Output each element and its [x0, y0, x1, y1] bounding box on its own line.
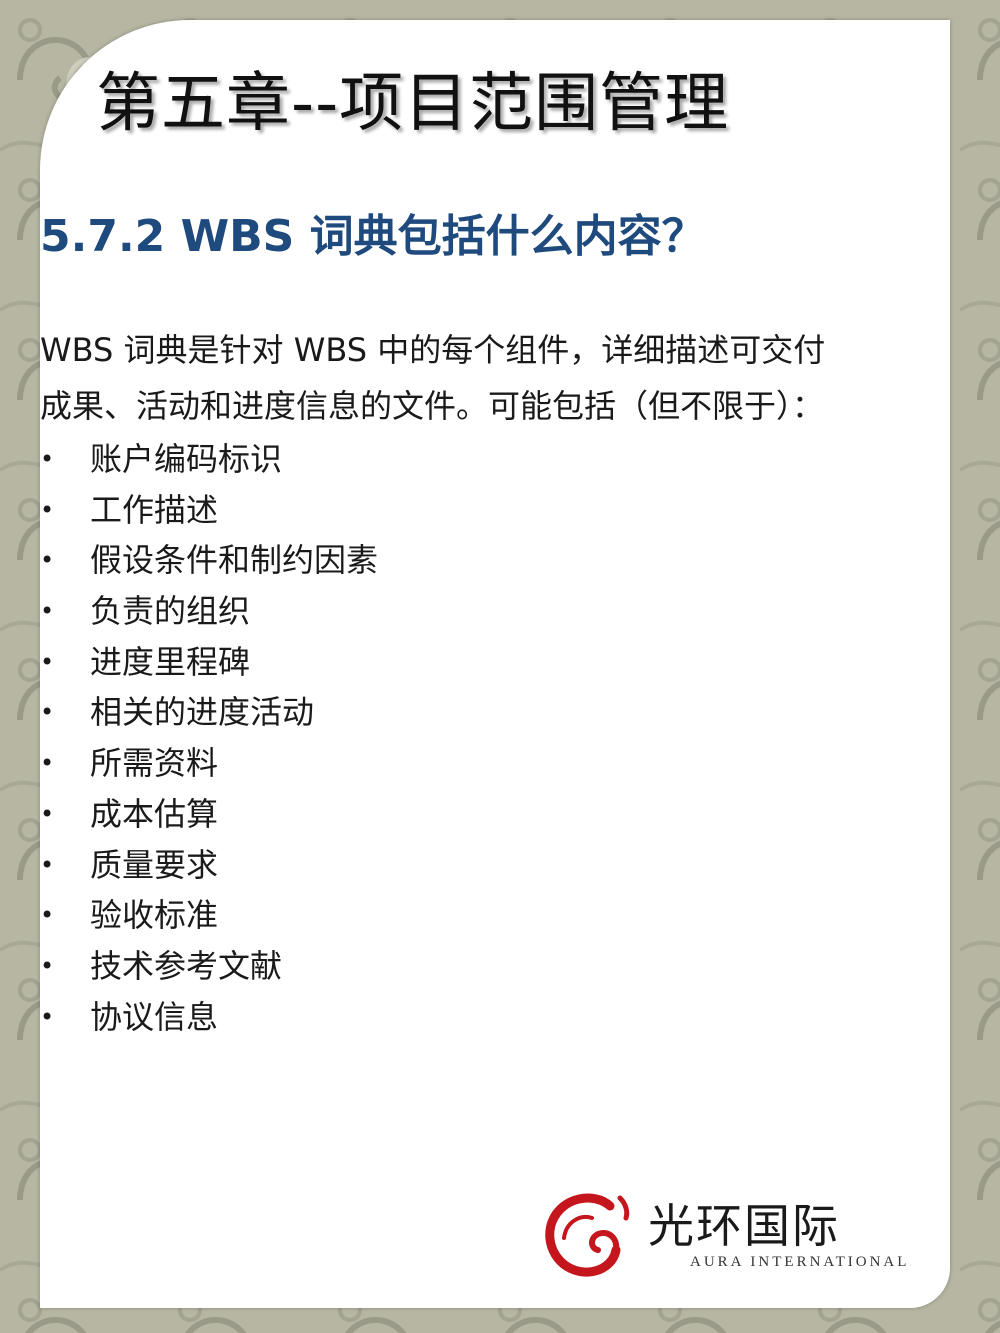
- chapter-title: 第五章--项目范围管理: [96, 67, 730, 141]
- bullet-icon: •: [40, 698, 55, 727]
- list-item: • 成本估算: [40, 789, 378, 840]
- aura-international-logo: 光环国际 AURA INTERNATIONAL: [540, 1188, 906, 1280]
- list-item: • 所需资料: [40, 738, 378, 789]
- list-item: • 工作描述: [40, 485, 378, 536]
- logo-subtitle: AURA INTERNATIONAL: [690, 1254, 910, 1270]
- bullet-icon: •: [40, 597, 55, 626]
- list-item: • 验收标准: [40, 890, 378, 941]
- bullet-icon: •: [40, 546, 55, 575]
- bullet-icon: •: [40, 495, 55, 524]
- list-item-text: 负责的组织: [90, 592, 251, 631]
- list-item-text: 技术参考文献: [90, 946, 283, 985]
- bullet-icon: •: [40, 647, 55, 676]
- bullet-icon: •: [40, 445, 55, 473]
- bullet-icon: •: [40, 901, 55, 930]
- bullet-icon: •: [40, 749, 55, 778]
- list-item: • 账户编码标识: [40, 434, 378, 485]
- list-item-text: 协议信息: [90, 997, 219, 1036]
- intro-line-2: 成果、活动和进度信息的文件。可能包括（但不限于）：: [40, 387, 825, 425]
- intro-line-1: WBS 词典是针对 WBS 中的每个组件，详细描述可交付: [40, 331, 826, 369]
- list-item-text: 工作描述: [90, 490, 219, 529]
- bullet-icon: •: [40, 1002, 55, 1031]
- list-item-text: 假设条件和制约因素: [90, 541, 379, 580]
- list-item: • 进度里程碑: [40, 637, 378, 688]
- bullet-icon: •: [40, 850, 55, 879]
- list-item-text: 所需资料: [90, 744, 219, 783]
- list-item: • 相关的进度活动: [40, 687, 378, 738]
- list-item-text: 质量要求: [90, 845, 219, 884]
- list-item: • 质量要求: [40, 840, 378, 891]
- list-item-text: 进度里程碑: [90, 642, 251, 681]
- list-item: • 协议信息: [40, 992, 378, 1043]
- bullet-icon: •: [40, 951, 55, 980]
- wbs-dictionary-contents-list: • 账户编码标识 • 工作描述 • 假设条件和制约因素 • 负责的组织 • 进度里程碑 •…: [40, 434, 378, 1042]
- list-item-text: 相关的进度活动: [90, 693, 315, 732]
- list-item: • 技术参考文献: [40, 941, 378, 992]
- list-item-text: 成本估算: [90, 794, 219, 833]
- section-title: 5.7.2 WBS 词典包括什么内容？: [40, 211, 706, 262]
- intro-paragraph: WBS 词典是针对 WBS 中的每个组件，详细描述可交付 成果、活动和进度信息的…: [40, 322, 910, 434]
- logo-name: 光环国际: [648, 1199, 840, 1253]
- list-item-text: 账户编码标识: [90, 440, 283, 478]
- list-item: • 假设条件和制约因素: [40, 535, 378, 586]
- list-item-text: 验收标准: [90, 896, 219, 935]
- bullet-icon: •: [40, 799, 55, 828]
- swirl-logo-icon: [545, 1193, 630, 1277]
- list-item: • 负责的组织: [40, 586, 378, 637]
